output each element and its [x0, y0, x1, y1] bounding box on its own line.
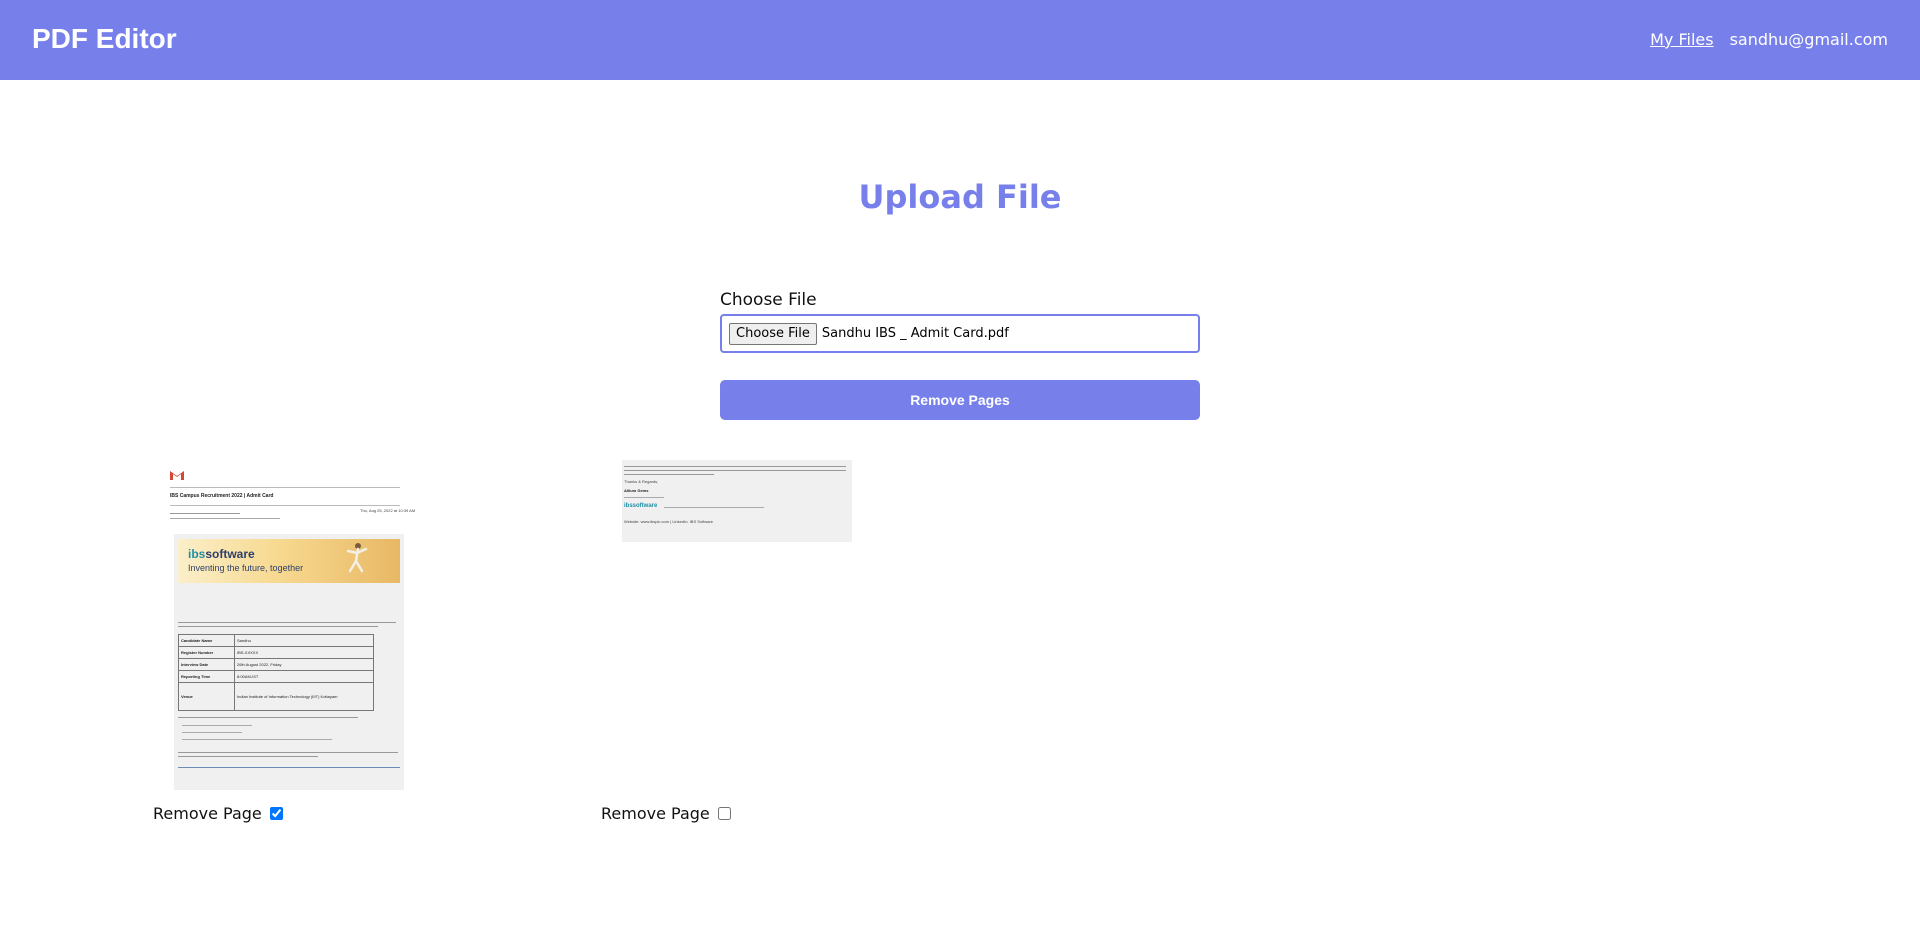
body-text-line — [624, 470, 846, 471]
email-body: ibssoftware Inventing the future, togeth… — [174, 534, 404, 790]
runner-figure-icon — [346, 543, 368, 573]
preview-banner: ibssoftware Inventing the future, togeth… — [178, 539, 400, 583]
user-email: sandhu@gmail.com — [1729, 30, 1888, 49]
body-divider — [178, 767, 400, 768]
preview-subject: IBS Campus Recruitment 2022 | Admit Card — [170, 493, 274, 499]
body-text-line — [178, 622, 396, 623]
preview-brand: ibssoftware — [624, 503, 658, 509]
body-text-line — [182, 725, 252, 726]
preview-signature: Allium Gems — [624, 488, 649, 493]
banner-logo: ibssoftware — [188, 547, 255, 561]
body-text-line — [182, 739, 332, 740]
selected-file-name: Sandhu IBS _ Admit Card.pdf — [821, 326, 1009, 341]
remove-pages-button[interactable]: Remove Pages — [720, 380, 1200, 420]
file-field-label: Choose File — [720, 290, 817, 310]
table-row: Candidate Name Sandhu — [178, 634, 374, 647]
page-thumbnail-1: IBS Campus Recruitment 2022 | Admit Card… — [160, 460, 415, 790]
preview-recipient-line — [170, 518, 280, 519]
gmail-icon — [170, 471, 184, 480]
body-text-line — [178, 717, 358, 718]
banner-tagline: Inventing the future, together — [188, 563, 304, 573]
divider — [170, 505, 400, 506]
top-navbar: PDF Editor My Files sandhu@gmail.com — [0, 0, 1920, 80]
file-input[interactable]: Choose File Sandhu IBS _ Admit Card.pdf — [720, 314, 1200, 353]
body-text-line — [178, 752, 398, 753]
body-text-line — [664, 507, 764, 508]
preview-closing: Thanks & Regards, — [624, 479, 659, 484]
admit-card-table: Candidate Name Sandhu Register Number IBS-… — [178, 634, 374, 711]
table-row: Register Number IBS-XXXXX — [178, 646, 374, 659]
remove-page-label: Remove Page — [601, 804, 710, 823]
remove-page-checkbox-1[interactable] — [269, 807, 283, 820]
body-text-line — [624, 474, 714, 475]
preview-links: Website: www.ibsplc.com | LinkedIn: IBS … — [624, 519, 714, 524]
brand-title[interactable]: PDF Editor — [32, 23, 177, 55]
nav-right: My Files sandhu@gmail.com — [1650, 30, 1888, 49]
body-text-line — [182, 732, 242, 733]
choose-file-button[interactable]: Choose File — [729, 322, 817, 345]
table-row: Venue Indian Institute of Information Tec… — [178, 682, 374, 711]
remove-page-1-row: Remove Page — [153, 804, 283, 823]
remove-page-label: Remove Page — [153, 804, 262, 823]
body-text-line — [624, 497, 664, 498]
body-text-line — [178, 626, 378, 627]
remove-page-checkbox-2[interactable] — [717, 807, 731, 820]
remove-page-2-row: Remove Page — [601, 804, 731, 823]
body-text-line — [624, 466, 846, 467]
preview-sender-line — [170, 513, 240, 514]
divider — [170, 487, 400, 488]
table-row: Interview Date 26th August 2022, Friday — [178, 658, 374, 671]
body-text-line — [178, 756, 318, 757]
preview-date: Thu, Aug 25, 2022 at 10:39 AM — [360, 508, 416, 513]
my-files-link[interactable]: My Files — [1650, 30, 1713, 49]
page-title: Upload File — [858, 178, 1062, 216]
page-thumbnail-2: Thanks & Regards, Allium Gems ibssoftwar… — [622, 460, 852, 542]
table-row: Reporting Time 8:00AM-IST — [178, 670, 374, 683]
